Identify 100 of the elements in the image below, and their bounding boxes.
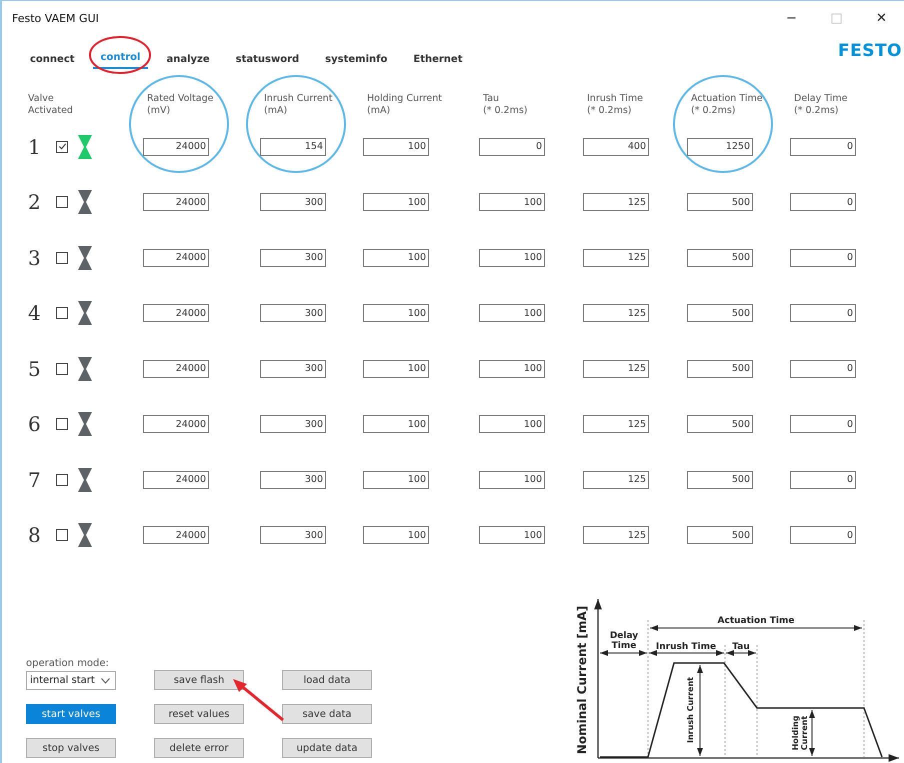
action-button[interactable]: load data — [282, 670, 372, 690]
tab[interactable]: statusword — [228, 52, 308, 69]
input-field[interactable]: 500 — [687, 304, 753, 322]
input-field[interactable]: 100 — [479, 248, 545, 267]
input-field[interactable]: 500 — [687, 360, 753, 378]
input-field[interactable]: 500 — [687, 470, 753, 489]
input-field[interactable]: 500 — [687, 415, 753, 434]
input-field[interactable]: 400 — [583, 138, 649, 156]
checkbox[interactable] — [56, 529, 68, 542]
tab[interactable]: analyze — [158, 52, 218, 69]
input-field[interactable]: 24000 — [143, 304, 209, 322]
action-button[interactable]: save data — [282, 704, 372, 724]
checkbox[interactable] — [56, 418, 68, 430]
input-field[interactable]: 24000 — [143, 415, 209, 434]
tab[interactable]: connect — [22, 52, 83, 69]
checkbox[interactable] — [56, 362, 68, 375]
input-field[interactable]: 0 — [479, 138, 545, 156]
valve-number: 1 — [28, 134, 42, 159]
checkbox[interactable] — [56, 307, 68, 320]
input-field[interactable]: 100 — [479, 304, 545, 322]
mode-dropdown[interactable]: internal start — [26, 671, 116, 690]
valve-number: 2 — [28, 190, 42, 214]
input-field[interactable]: 100 — [363, 470, 429, 489]
tab[interactable]: Ethernet — [405, 52, 470, 69]
minimize-button[interactable]: − — [769, 1, 814, 35]
checkbox[interactable] — [56, 252, 68, 264]
action-button[interactable]: delete error — [154, 738, 244, 758]
input-field[interactable]: 0 — [790, 415, 856, 434]
input-field[interactable]: 500 — [687, 248, 753, 267]
diagram-label: Holding Current — [791, 716, 809, 750]
input-field[interactable]: 125 — [583, 193, 649, 212]
close-button[interactable]: ✕ — [859, 1, 904, 35]
input-field[interactable]: 0 — [790, 248, 856, 267]
column-header: Tau (* 0.2ms) — [483, 93, 528, 117]
valve-number: 8 — [28, 523, 42, 548]
input-field[interactable]: 100 — [363, 138, 429, 156]
tab[interactable]: systeminfo — [317, 52, 396, 69]
chevron-icon — [101, 678, 110, 684]
input-field[interactable]: 300 — [260, 193, 326, 212]
column-header: Actuation Time (* 0.2ms) — [691, 93, 763, 117]
input-field[interactable]: 500 — [687, 526, 753, 544]
input-field[interactable]: 125 — [583, 526, 649, 544]
action-button[interactable]: reset values — [154, 704, 244, 724]
input-field[interactable]: 300 — [260, 304, 326, 322]
input-field[interactable]: 100 — [363, 526, 429, 544]
input-field[interactable]: 125 — [583, 470, 649, 489]
column-header: Inrush Current (mA) — [264, 93, 332, 117]
diagram-label: Tau — [732, 642, 750, 652]
action-button[interactable]: stop valves — [26, 738, 116, 758]
action-button[interactable]: save flash — [154, 670, 244, 690]
input-field[interactable]: 300 — [260, 526, 326, 544]
input-field[interactable]: 24000 — [143, 138, 209, 156]
input-field[interactable]: 100 — [363, 415, 429, 434]
input-field[interactable]: 24000 — [143, 360, 209, 378]
checkbox[interactable] — [56, 196, 68, 208]
axis-title: Nominal Current [mA] — [575, 606, 589, 754]
input-field[interactable]: 24000 — [143, 470, 209, 489]
input-field[interactable]: 100 — [479, 526, 545, 544]
valve-number: 3 — [28, 246, 42, 270]
input-field[interactable]: 300 — [260, 470, 326, 489]
input-field[interactable]: 24000 — [143, 248, 209, 267]
input-field[interactable]: 154 — [260, 138, 326, 156]
input-field[interactable]: 100 — [363, 304, 429, 322]
input-field[interactable]: 300 — [260, 360, 326, 378]
logo: FESTO — [838, 41, 902, 61]
input-field[interactable]: 500 — [687, 193, 753, 212]
diagram-label: Delay Time — [610, 631, 638, 651]
input-field[interactable]: 0 — [790, 470, 856, 489]
input-field[interactable]: 125 — [583, 415, 649, 434]
input-field[interactable]: 24000 — [143, 193, 209, 212]
input-field[interactable]: 1250 — [687, 138, 753, 156]
action-button[interactable]: start valves — [26, 704, 116, 724]
input-field[interactable]: 0 — [790, 526, 856, 544]
input-field[interactable]: 100 — [479, 360, 545, 378]
field-label: operation mode: — [26, 658, 110, 669]
input-field[interactable]: 0 — [790, 138, 856, 156]
input-field[interactable]: 100 — [363, 360, 429, 378]
input-field[interactable]: 100 — [363, 193, 429, 212]
input-field[interactable]: 0 — [790, 304, 856, 322]
input-field[interactable]: 125 — [583, 248, 649, 267]
input-field[interactable]: 0 — [790, 360, 856, 378]
input-field[interactable]: 100 — [363, 248, 429, 267]
input-field[interactable]: 125 — [583, 304, 649, 322]
column-header: Inrush Time (* 0.2ms) — [587, 93, 643, 117]
input-field[interactable]: 24000 — [143, 526, 209, 544]
valve-number: 4 — [28, 301, 42, 326]
input-field[interactable]: 100 — [479, 193, 545, 212]
input-field[interactable]: 300 — [260, 248, 326, 267]
checkbox[interactable] — [56, 140, 68, 153]
tab[interactable]: control — [92, 50, 148, 69]
column-header: Holding Current (mA) — [367, 93, 442, 117]
input-field[interactable]: 100 — [479, 470, 545, 489]
checkbox[interactable] — [56, 474, 68, 486]
input-field[interactable]: 100 — [479, 415, 545, 434]
input-field[interactable]: 300 — [260, 415, 326, 434]
diagram-label: Actuation Time — [718, 616, 794, 626]
diagram-label: Inrush Time — [656, 642, 716, 652]
input-field[interactable]: 0 — [790, 193, 856, 212]
action-button[interactable]: update data — [282, 738, 372, 758]
input-field[interactable]: 125 — [583, 360, 649, 378]
